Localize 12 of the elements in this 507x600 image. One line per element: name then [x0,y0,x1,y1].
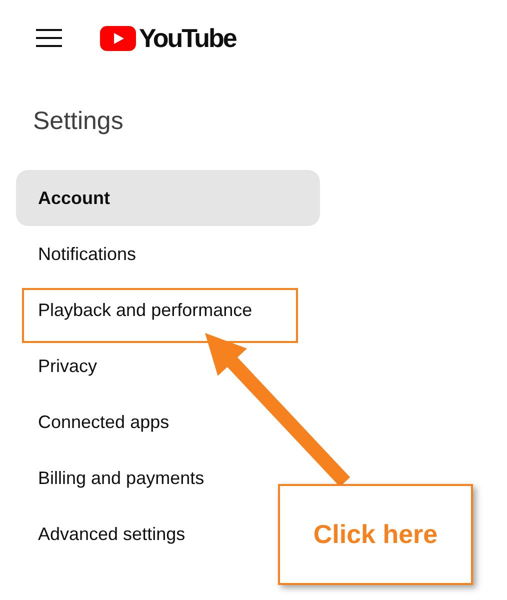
settings-nav-item[interactable]: Account [16,170,320,226]
settings-nav-item[interactable]: Advanced settings [16,506,190,562]
logo-text: YouTube [139,25,236,51]
settings-nav-item[interactable]: Playback and performance [16,282,256,338]
settings-nav-item[interactable]: Connected apps [16,394,174,450]
settings-nav-item[interactable]: Notifications [16,226,140,282]
settings-nav-item[interactable]: Privacy [16,338,102,394]
menu-icon[interactable] [36,28,62,48]
play-logo-icon [100,26,136,50]
settings-nav-item[interactable]: Billing and payments [16,450,208,506]
settings-title: Settings [33,106,124,137]
callout: Click here [278,484,473,585]
